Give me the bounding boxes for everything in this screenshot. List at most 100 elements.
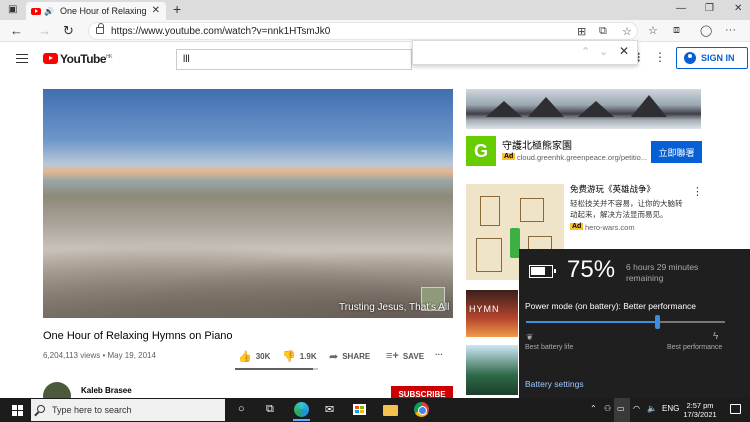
like-button[interactable]: 👍 30K <box>238 350 270 363</box>
save-button[interactable]: ≡+ SAVE <box>386 350 424 362</box>
find-close-icon[interactable]: ✕ <box>619 44 629 58</box>
share-button[interactable]: ➦ SHARE <box>329 350 370 363</box>
video-caption: Trusting Jesus, That's All <box>339 302 450 313</box>
active-app-indicator <box>293 419 310 421</box>
wifi-icon[interactable]: ◠ <box>633 404 640 413</box>
app-available-icon[interactable]: ⊞ <box>577 25 586 38</box>
lightning-icon: ϟ <box>713 331 719 342</box>
youtube-favicon-icon <box>31 7 41 15</box>
search-input[interactable]: lll <box>176 49 412 70</box>
battery-flyout: 75% 6 hours 29 minutes remaining Power m… <box>519 249 750 398</box>
battery-settings-link[interactable]: Battery settings <box>525 379 584 389</box>
refresh-icon[interactable]: ↻ <box>63 23 74 39</box>
close-window-button[interactable]: ✕ <box>734 3 742 14</box>
more-actions-button[interactable]: ··· <box>435 350 443 359</box>
file-explorer-icon[interactable] <box>383 405 398 416</box>
maximize-button[interactable]: ❐ <box>705 3 714 14</box>
leaf-icon: ❦ <box>526 332 534 342</box>
minimize-button[interactable]: — <box>676 3 686 14</box>
edge-browser-icon[interactable] <box>294 402 309 417</box>
mountain-peak <box>486 101 522 117</box>
mail-icon[interactable]: ✉ <box>325 403 334 416</box>
power-slider-thumb[interactable] <box>655 315 661 329</box>
ad-title[interactable]: 守護北極熊家園 <box>502 137 572 152</box>
sign-in-button[interactable]: SIGN IN <box>676 47 748 69</box>
suggested-video-thumbnail[interactable]: HYMN <box>466 290 518 337</box>
video-meta: 6,204,113 views • May 19, 2014 <box>43 351 156 360</box>
show-hidden-icons-chevron[interactable]: ⌃ <box>590 404 597 413</box>
youtube-logo-icon[interactable] <box>43 53 58 64</box>
power-mode-label: Power mode (on battery): Better performa… <box>525 301 697 311</box>
channel-name[interactable]: Kaleb Brasee <box>81 386 132 395</box>
browser-tab-strip: ▣ 🔊 One Hour of Relaxing Hymns o ✕ + — ❐… <box>0 0 750 20</box>
browser-toolbar: ← → ↻ https://www.youtube.com/watch?v=nn… <box>0 20 750 42</box>
video-player[interactable]: Trusting Jesus, That's All <box>43 89 453 318</box>
remaining-line1: 6 hours 29 minutes <box>626 262 699 272</box>
profile-icon[interactable]: ◯ <box>700 24 712 37</box>
ad-cta-button[interactable]: 立即聯署 <box>651 141 702 163</box>
youtube-logo-text[interactable]: YouTubeHK <box>60 52 112 66</box>
power-mode-slider[interactable] <box>526 315 725 329</box>
mountain-peak <box>578 101 614 117</box>
ad-banner-image[interactable] <box>466 89 701 129</box>
clock-time: 2:57 pm <box>686 401 714 410</box>
find-next-icon[interactable]: ⌄ <box>599 45 608 58</box>
back-arrow-icon[interactable]: ← <box>10 23 23 38</box>
collections-icon[interactable]: ⧈ <box>673 24 680 37</box>
notifications-icon[interactable] <box>730 404 741 414</box>
share-arrow-icon: ➦ <box>329 351 339 363</box>
settings-dots-icon[interactable]: ⋮ <box>654 50 666 64</box>
dislike-button[interactable]: 👎 1.9K <box>282 350 317 363</box>
find-bar: ⌃ ⌄ ✕ <box>412 40 638 65</box>
find-input[interactable] <box>419 45 569 61</box>
chrome-icon[interactable] <box>414 402 429 417</box>
tab-actions-icon[interactable]: ▣ <box>8 4 17 15</box>
favorites-icon[interactable]: ☆ <box>648 24 658 37</box>
pipe-shape <box>476 238 502 272</box>
browser-tab-youtube[interactable]: 🔊 One Hour of Relaxing Hymns o ✕ <box>26 2 166 20</box>
battery-percent: 75% <box>567 256 616 283</box>
share-label: SHARE <box>342 352 371 361</box>
windows-start-icon[interactable] <box>12 405 23 416</box>
remaining-line2: remaining <box>626 273 664 283</box>
address-bar[interactable]: https://www.youtube.com/watch?v=nnk1HTsm… <box>88 22 638 40</box>
language-indicator[interactable]: ENG <box>662 404 679 413</box>
favorite-add-icon[interactable]: ☆ <box>622 25 632 38</box>
dislike-count: 1.9K <box>299 352 317 361</box>
sign-in-label: SIGN IN <box>701 53 735 63</box>
save-label: SAVE <box>402 351 425 361</box>
ad-url[interactable]: cloud.greenhk.greenpeace.org/petitio... <box>517 153 647 162</box>
video-title: One Hour of Relaxing Hymns on Piano <box>43 330 233 342</box>
find-previous-icon[interactable]: ⌃ <box>581 45 590 58</box>
ad-badge: Ad <box>570 223 584 230</box>
ad-url[interactable]: hero-wars.com <box>585 223 635 232</box>
task-view-icon[interactable]: ⧉ <box>266 403 274 416</box>
cortana-icon[interactable]: ○ <box>238 403 245 415</box>
search-placeholder: Type here to search <box>52 405 132 415</box>
menu-icon[interactable] <box>16 54 28 63</box>
greenpeace-logo[interactable]: G <box>466 136 496 166</box>
ad2-title: 免费游玩《英雄战争》 <box>570 184 656 194</box>
lock-icon[interactable] <box>96 23 104 34</box>
audio-playing-icon[interactable]: 🔊 <box>44 7 54 16</box>
volume-icon[interactable]: 🔈 <box>647 404 657 413</box>
settings-more-icon[interactable]: ··· <box>725 24 736 36</box>
like-ratio-fill <box>235 368 314 370</box>
taskbar-search-box[interactable]: Type here to search <box>31 399 225 421</box>
clock-date: 17/3/2021 <box>683 410 717 419</box>
more-dots-icon: ··· <box>435 350 443 359</box>
like-ratio-bar <box>235 368 318 370</box>
battery-tray-icon[interactable]: ▭ <box>617 404 625 413</box>
people-icon[interactable]: ⚇ <box>604 404 611 413</box>
new-tab-button[interactable]: + <box>173 1 181 17</box>
taskbar-clock[interactable]: 2:57 pm 17/3/2021 <box>680 401 720 419</box>
copy-link-icon[interactable]: ⧉ <box>599 25 607 38</box>
ad2-text-block[interactable]: 免费游玩《英雄战争》 轻松技关并不容易，让你的大脑转 动起来，解决方法显而易见。 <box>570 183 683 220</box>
ad2-description: 轻松技关并不容易，让你的大脑转 动起来，解决方法显而易见。 <box>570 198 683 220</box>
forward-arrow-icon[interactable]: → <box>38 23 51 38</box>
thumbs-down-icon: 👎 <box>282 351 296 363</box>
ad-menu-icon[interactable]: ⋮ <box>692 185 703 198</box>
tab-close-icon[interactable]: ✕ <box>152 5 160 16</box>
suggested-video-thumbnail[interactable] <box>466 345 518 395</box>
store-icon[interactable] <box>353 404 366 415</box>
